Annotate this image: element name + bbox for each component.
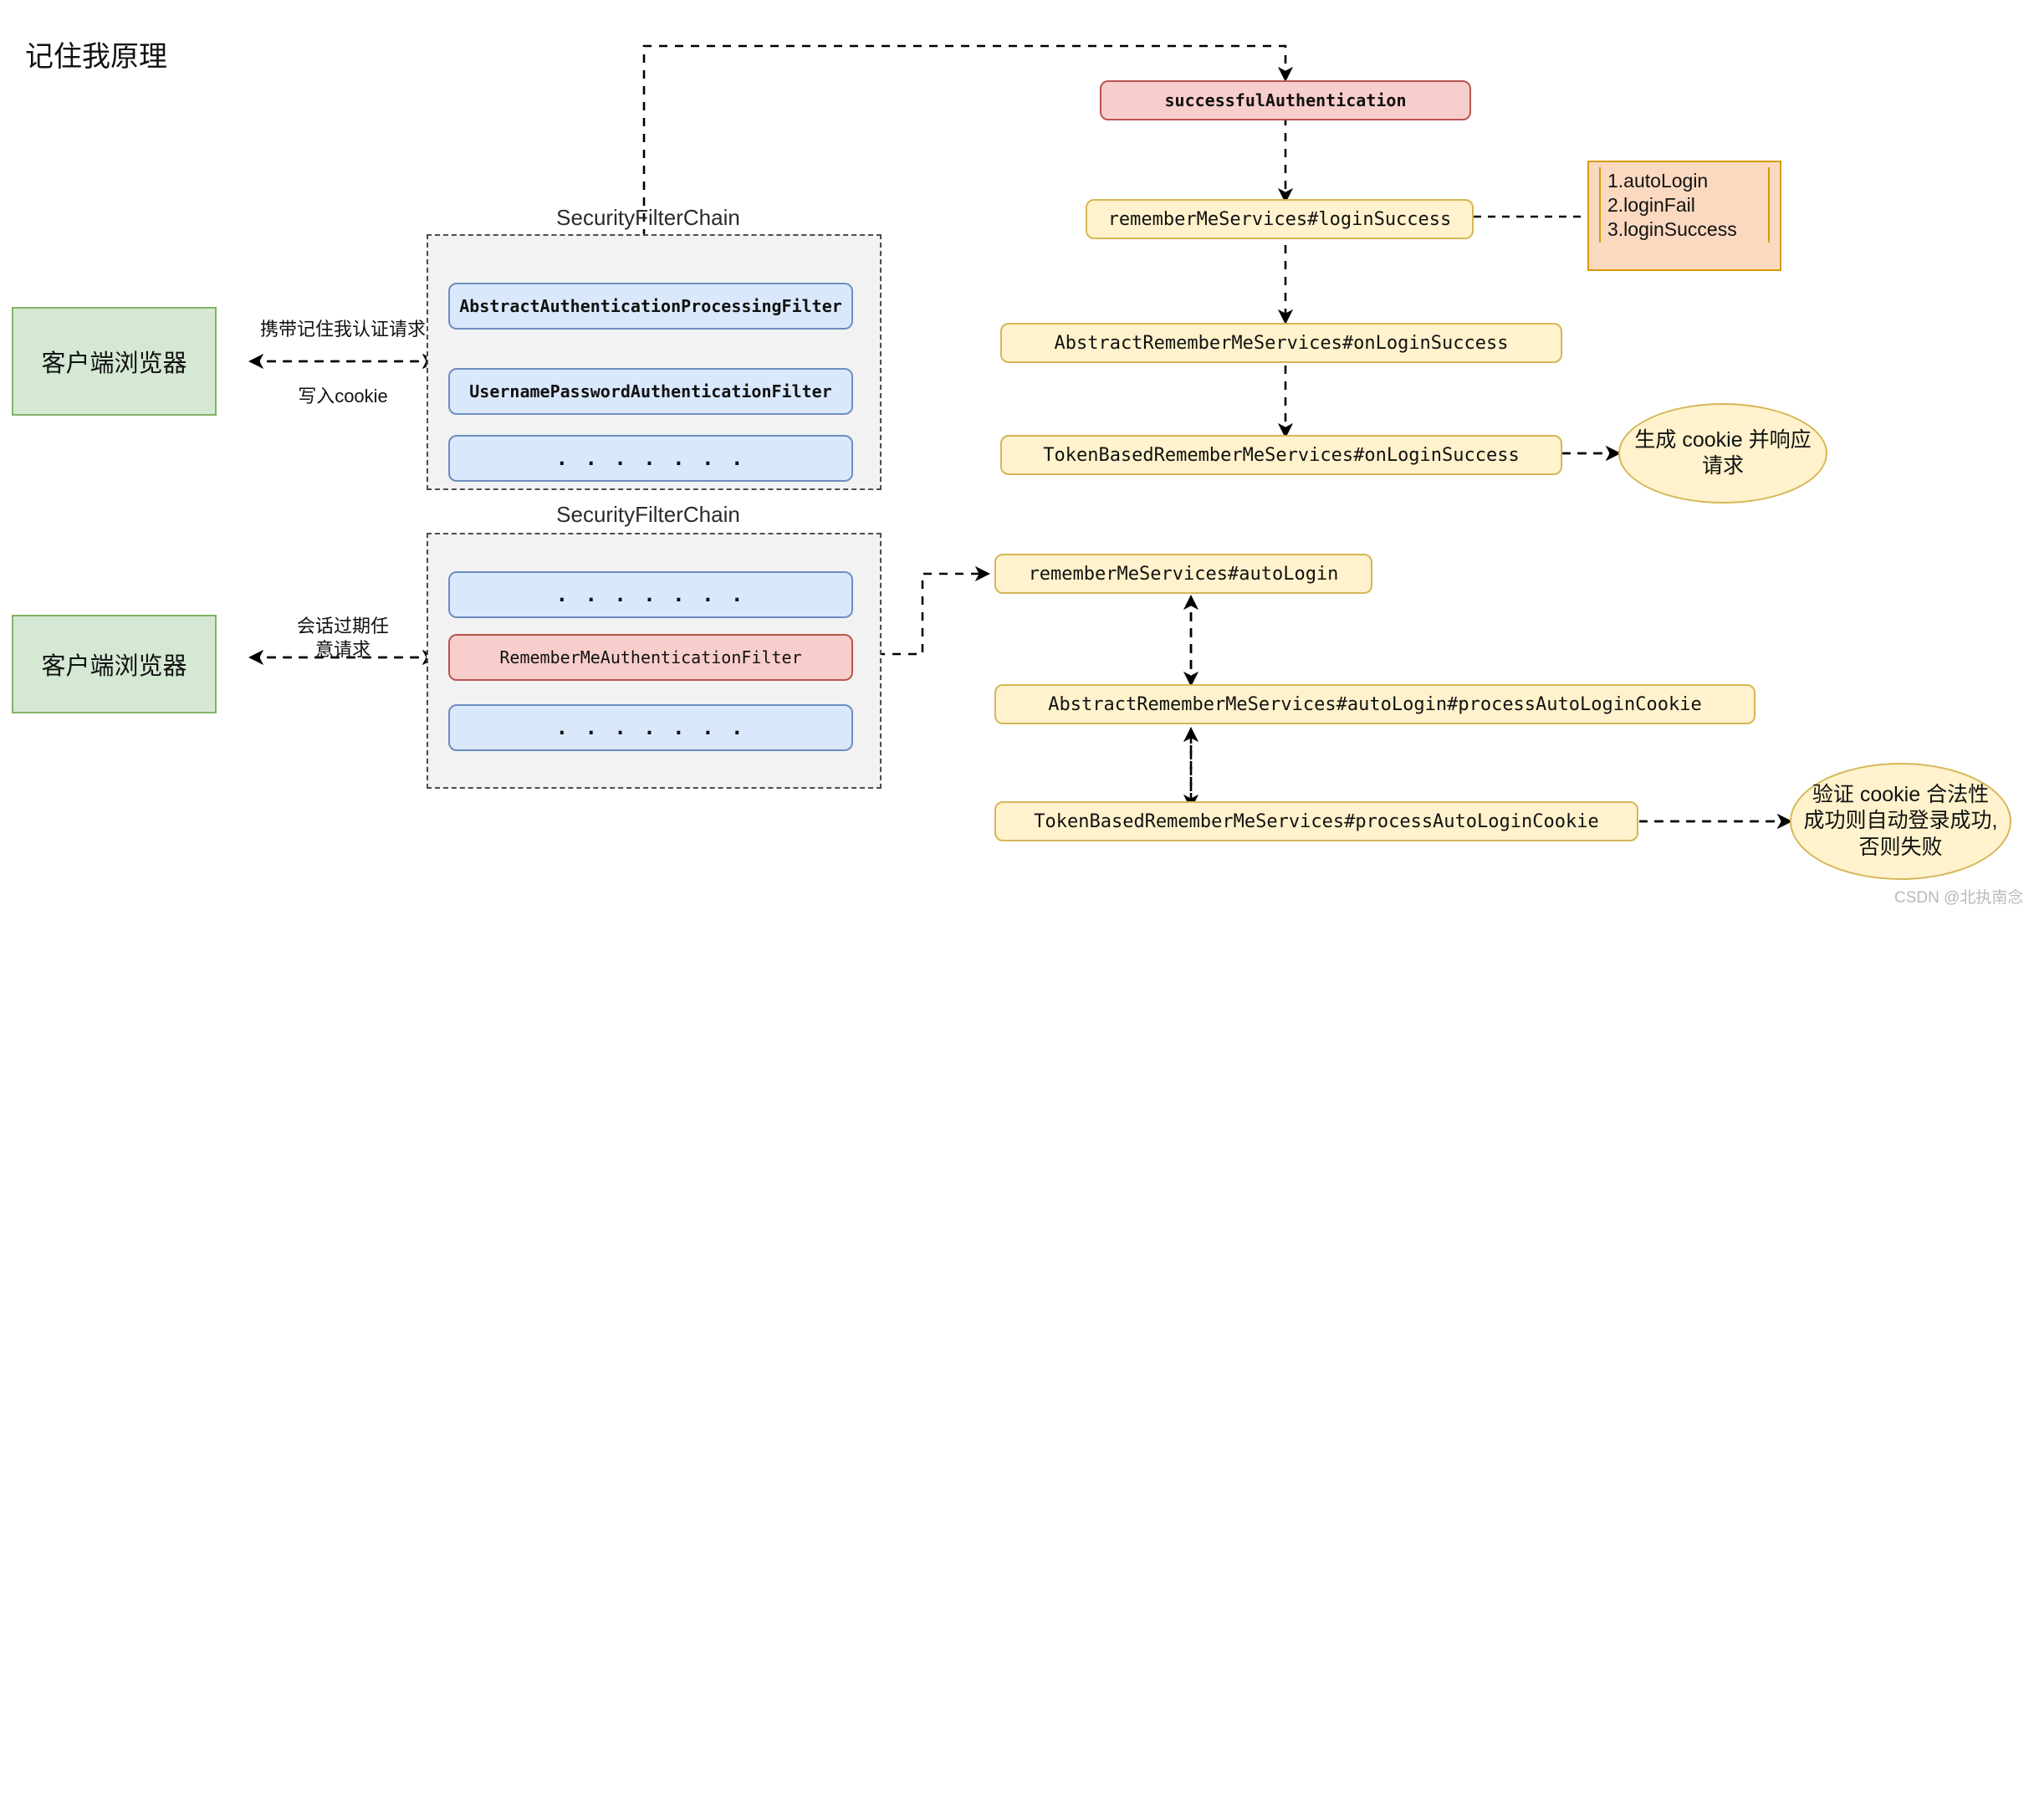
step-label: AbstractRememberMeServices#autoLogin#pro… <box>1048 693 1702 715</box>
step-token-based-remember-me-services-on-login-success[interactable]: TokenBasedRememberMeServices#onLoginSucc… <box>1000 435 1562 475</box>
client-browser-bottom-label: 客户端浏览器 <box>41 653 187 680</box>
outcome-label: 生成 cookie 并响应请求 <box>1634 427 1812 478</box>
client-browser-bottom: 客户端浏览器 <box>12 615 217 713</box>
filter-label: UsernamePasswordAuthenticationFilter <box>469 381 832 401</box>
step-token-based-process-auto-login-cookie[interactable]: TokenBasedRememberMeServices#processAuto… <box>994 801 1638 841</box>
filter-label: AbstractAuthenticationProcessingFilter <box>459 296 842 316</box>
step-label: rememberMeServices#loginSuccess <box>1107 208 1452 230</box>
filter-more-above[interactable]: . . . . . . . <box>448 571 853 618</box>
filter-more-below[interactable]: . . . . . . . <box>448 704 853 751</box>
step-successful-authentication[interactable]: successfulAuthentication <box>1100 80 1471 120</box>
note-line-3: 3.loginSuccess <box>1607 217 1737 240</box>
watermark: CSDN @北执南念 <box>1894 889 2024 907</box>
filter-label: . . . . . . . <box>555 447 746 470</box>
security-filter-chain-top-title: SecurityFilterChain <box>556 205 740 230</box>
edge-label-write-cookie: 写入cookie <box>298 386 388 406</box>
edge-label-session-expired: 会话过期任 意请求 <box>296 616 389 660</box>
page-title: 记住我原理 <box>25 41 167 73</box>
client-browser-top-label: 客户端浏览器 <box>41 350 187 377</box>
note-line-2: 2.loginFail <box>1607 193 1695 216</box>
filter-more-top[interactable]: . . . . . . . <box>448 435 853 482</box>
remember-me-services-methods-note: 1.autoLogin 2.loginFail 3.loginSuccess <box>1587 161 1781 271</box>
diagram-canvas: 记住我原理 客户端浏览器 携带记住我认证请求 写入cookie Security… <box>0 0 2034 1820</box>
filter-remember-me-authentication-filter[interactable]: RememberMeAuthenticationFilter <box>448 634 853 681</box>
client-browser-top: 客户端浏览器 <box>12 307 217 416</box>
outcome-validate-cookie: 验证 cookie 合法性成功则自动登录成功,否则失败 <box>1790 763 2011 880</box>
step-label: TokenBasedRememberMeServices#processAuto… <box>1034 810 1599 832</box>
step-label: AbstractRememberMeServices#onLoginSucces… <box>1054 332 1509 354</box>
note-inner: 1.autoLogin 2.loginFail 3.loginSuccess <box>1599 167 1770 243</box>
edge-rememberme-filter-to-autologin <box>876 565 991 656</box>
step-abstract-remember-me-services-on-login-success[interactable]: AbstractRememberMeServices#onLoginSucces… <box>1000 323 1562 363</box>
step-abstract-remember-me-services-auto-login[interactable]: AbstractRememberMeServices#autoLogin#pro… <box>994 684 1755 724</box>
step-remember-me-services-auto-login[interactable]: rememberMeServices#autoLogin <box>994 554 1372 594</box>
filter-label: RememberMeAuthenticationFilter <box>499 647 802 667</box>
outcome-label: 验证 cookie 合法性成功则自动登录成功,否则失败 <box>1803 783 1998 859</box>
note-line-1: 1.autoLogin <box>1607 170 1709 192</box>
outcome-generate-cookie: 生成 cookie 并响应请求 <box>1618 403 1827 504</box>
filter-username-password-authentication-filter[interactable]: UsernamePasswordAuthenticationFilter <box>448 368 853 415</box>
step-label: rememberMeServices#autoLogin <box>1028 563 1339 585</box>
step-remember-me-services-login-success[interactable]: rememberMeServices#loginSuccess <box>1086 199 1474 239</box>
filter-label: . . . . . . . <box>555 583 746 606</box>
step-label: TokenBasedRememberMeServices#onLoginSucc… <box>1043 444 1520 466</box>
filter-label: . . . . . . . <box>555 716 746 739</box>
step-label: successfulAuthentication <box>1164 90 1407 110</box>
edge-label-auth-request: 携带记住我认证请求 <box>259 319 426 340</box>
security-filter-chain-bottom-title: SecurityFilterChain <box>556 502 740 527</box>
filter-abstract-authentication-processing-filter[interactable]: AbstractAuthenticationProcessingFilter <box>448 283 853 330</box>
